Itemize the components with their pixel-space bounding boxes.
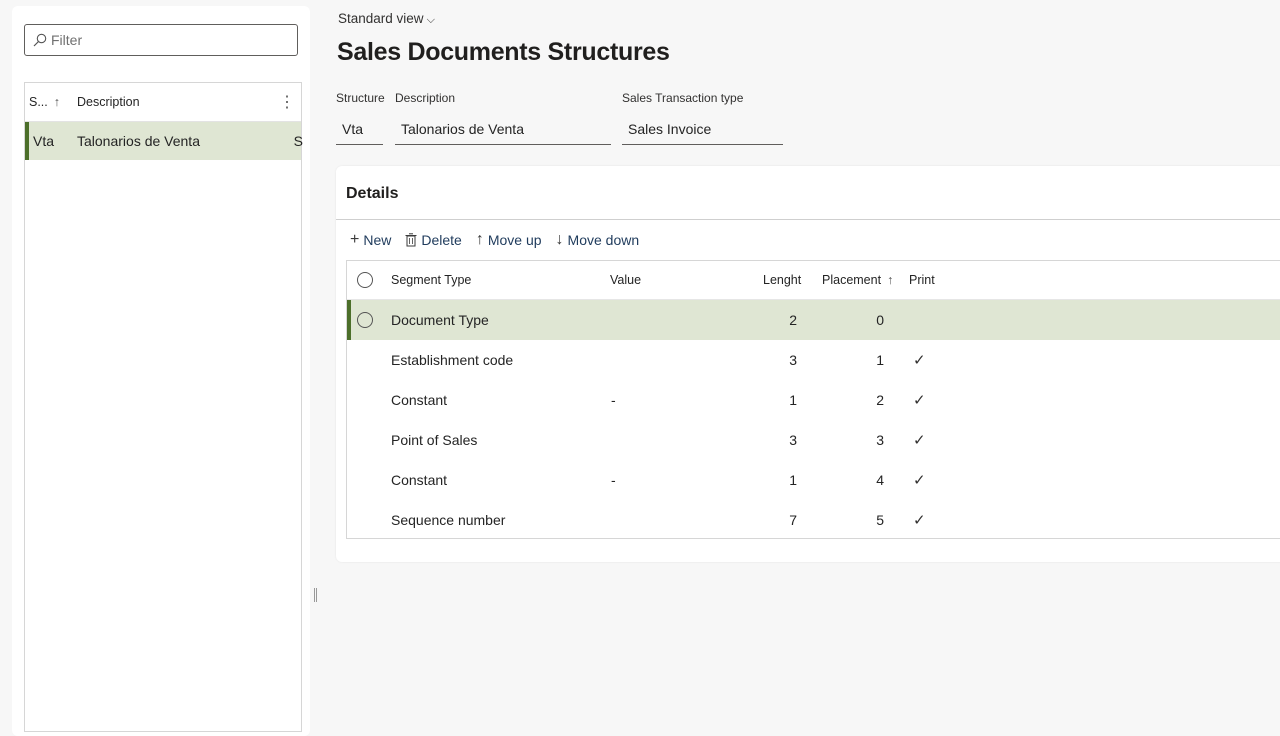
description-label: Description [395,91,456,105]
page-title: Sales Documents Structures [337,38,670,66]
print-check-icon: ✓ [913,352,926,369]
structure-field[interactable]: Vta [336,115,383,145]
list-item[interactable]: Vta Talonarios de Venta S [25,122,303,160]
segment-type-cell: Constant [391,392,448,408]
list-header: S... ↑ Description ⋮ [25,83,301,122]
select-all-radio[interactable] [357,272,373,288]
delete-label: Delete [421,232,462,248]
delete-button[interactable]: Delete [405,232,462,248]
column-header-length[interactable]: Lenght [763,273,801,287]
new-button[interactable]: + New [350,231,391,249]
length-cell: 3 [789,432,797,448]
segment-type-cell: Document Type [391,312,489,328]
table-row[interactable]: Document Type 2 0 [347,300,1280,340]
value-cell: - [611,472,616,488]
new-label: New [363,232,392,248]
placement-cell: 3 [876,432,884,448]
length-cell: 3 [789,352,797,368]
table-row[interactable]: Establishment code 3 1 ✓ [347,340,1280,380]
move-down-button[interactable]: ↓ Move down [556,231,640,249]
filter-input[interactable]: Filter [24,24,298,56]
view-selector[interactable]: Standard view ⌵ [338,11,435,27]
placement-cell: 1 [876,352,884,368]
divider [336,219,1280,220]
sort-ascending-icon: ↑ [53,95,61,109]
move-up-button[interactable]: ↑ Move up [476,231,542,249]
placement-cell: 4 [876,472,884,488]
grid-header: Segment Type Value Lenght Placement ↑ Pri… [347,261,1280,300]
list-item-structure: Vta [33,133,55,149]
details-title[interactable]: Details [346,185,398,203]
length-cell: 2 [789,312,797,328]
table-row[interactable]: Point of Sales 3 3 ✓ [347,420,1280,460]
column-header-value[interactable]: Value [610,273,641,287]
add-icon: + [350,231,360,248]
print-check-icon: ✓ [913,472,926,489]
placement-cell: 5 [876,512,884,528]
view-name: Standard view [338,11,424,26]
filter-placeholder: Filter [51,32,83,48]
print-check-icon: ✓ [913,392,926,409]
print-check-icon: ✓ [913,512,926,529]
details-toolbar: + New Delete ↑ Move up ↓ Move down [350,230,653,250]
value-cell: - [611,392,616,408]
more-options-icon[interactable]: ⋮ [279,92,295,112]
table-row[interactable]: Sequence number 7 5 ✓ [347,500,1280,540]
column-header-structure[interactable]: S... ↑ [29,95,60,109]
panel-splitter-handle[interactable] [314,588,317,602]
details-section: Details + New Delete ↑ Move up ↓ Move do… [336,166,1280,562]
sales-transaction-type-label: Sales Transaction type [622,91,744,105]
segment-type-cell: Constant [391,472,448,488]
segments-grid: Segment Type Value Lenght Placement ↑ Pri… [346,260,1280,539]
chevron-down-icon: ⌵ [426,14,435,26]
table-row[interactable]: Constant - 1 4 ✓ [347,460,1280,500]
list-item-truncated-column: S [293,133,303,149]
sort-ascending-icon: ↑ [887,273,894,287]
left-list-panel: Filter S... ↑ Description ⋮ Vta Talonario… [12,6,310,736]
segment-type-cell: Point of Sales [391,432,478,448]
structure-label: Structure [336,91,385,105]
segment-type-cell: Sequence number [391,512,506,528]
segment-type-cell: Establishment code [391,352,514,368]
move-up-label: Move up [487,232,542,248]
placement-cell: 2 [876,392,884,408]
structures-list: S... ↑ Description ⋮ Vta Talonarios de Ve… [24,82,303,732]
length-cell: 7 [789,512,797,528]
column-header-segment-type[interactable]: Segment Type [391,273,471,287]
description-field[interactable]: Talonarios de Venta [395,115,611,145]
table-row[interactable]: Constant - 1 2 ✓ [347,380,1280,420]
length-cell: 1 [789,392,797,408]
placement-cell: 0 [876,312,884,328]
length-cell: 1 [789,472,797,488]
move-down-label: Move down [567,232,640,248]
trash-icon [405,233,417,247]
column-header-placement[interactable]: Placement ↑ [822,273,893,287]
column-header-description[interactable]: Description [77,95,140,109]
search-icon [33,33,47,47]
column-header-print[interactable]: Print [909,273,935,287]
sales-transaction-type-field[interactable]: Sales Invoice [622,115,783,145]
row-select-radio[interactable] [357,312,373,328]
list-item-description: Talonarios de Venta [77,133,200,149]
arrow-up-icon: ↑ [475,231,484,248]
arrow-down-icon: ↓ [555,231,564,248]
print-check-icon: ✓ [913,432,926,449]
